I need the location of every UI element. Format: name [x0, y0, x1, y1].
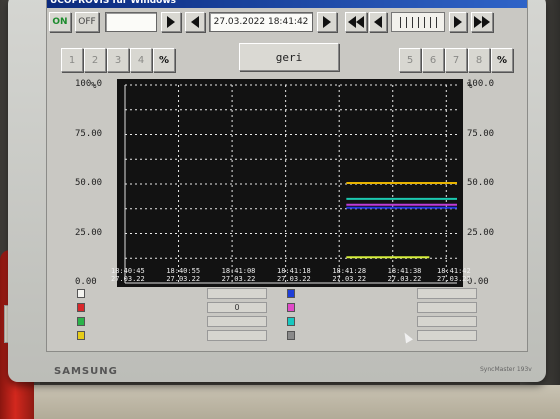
x-tick-time: 18:41:38	[387, 267, 422, 275]
percent-right-button[interactable]: %	[491, 48, 513, 72]
legend-swatch	[287, 289, 295, 298]
y-tick-left: 25.00	[75, 227, 103, 238]
channel-input[interactable]	[105, 12, 157, 32]
arrow-left-icon	[191, 16, 199, 28]
datetime-field[interactable]: 27.03.2022 18:41:42	[209, 12, 313, 32]
y-tick-left: 0.00	[75, 277, 97, 287]
x-tick-time: 18:41:42	[437, 267, 471, 275]
channel-4-button[interactable]: 4	[130, 48, 152, 72]
legend-row-left-4[interactable]	[77, 330, 275, 341]
x-tick: 18:40:45 27.03.22	[111, 267, 145, 283]
legend-value	[207, 316, 267, 327]
y-tick-left: 50.00	[75, 178, 103, 188]
legend-value	[417, 288, 477, 299]
photo-scene: SAMSUNG SyncMaster 193v UCOPROVIS für Wi…	[0, 0, 560, 419]
x-tick-time: 18:41:28	[332, 267, 367, 275]
x-tick-time: 18:40:55	[166, 267, 201, 275]
y-tick-right: 50.00	[467, 178, 495, 188]
legend-value	[207, 288, 267, 299]
next-button[interactable]	[161, 12, 181, 32]
x-tick-time: 18:40:45	[111, 267, 145, 275]
x-tick: 18:41:08 27.03.22	[222, 267, 256, 283]
x-tick-date: 27.03.22	[111, 275, 145, 283]
x-tick-time: 18:41:08	[221, 267, 256, 275]
step-back-button[interactable]	[369, 12, 387, 32]
time-forward-button[interactable]	[317, 12, 337, 32]
channel-5-button[interactable]: 5	[399, 48, 421, 72]
legend-value	[417, 302, 477, 313]
y-tick-right: 75.00	[467, 128, 495, 139]
y-tick-left: 75.00	[75, 128, 103, 139]
x-tick-date: 27.03.22	[437, 275, 471, 283]
channel-2-button[interactable]: 2	[84, 48, 106, 72]
legend-row-right-2[interactable]	[287, 302, 485, 313]
x-tick-time: 18:41:18	[277, 267, 311, 275]
toolbar: ON OFF 27.03.2022 18:41:42	[47, 12, 527, 38]
prev-button[interactable]	[185, 12, 205, 32]
window-title: UCOPROVIS für Windows	[47, 0, 527, 8]
arrow-right-icon	[323, 16, 331, 28]
y-tick-right: 25.00	[467, 227, 495, 238]
double-arrow-right-icon	[474, 16, 482, 28]
time-slider[interactable]	[391, 12, 445, 32]
legend-value	[417, 330, 477, 341]
percent-left-button[interactable]: %	[153, 48, 175, 72]
legend-row-left-1[interactable]	[77, 288, 275, 299]
step-forward-button[interactable]	[449, 12, 467, 32]
desk-surface	[0, 385, 560, 419]
channel-6-button[interactable]: 6	[422, 48, 444, 72]
x-tick: 18:41:28 27.03.22	[332, 267, 366, 283]
legend-value	[417, 316, 477, 327]
monitor-model: SyncMaster 193v	[480, 366, 532, 373]
x-tick-date: 27.03.22	[387, 275, 422, 283]
legend-row-left-2[interactable]: 0	[77, 302, 275, 313]
legend-value: 0	[207, 302, 267, 313]
x-tick-date: 27.03.22	[277, 275, 311, 283]
legend-swatch	[287, 331, 295, 340]
arrow-left-icon	[374, 16, 382, 28]
arrow-right-icon	[167, 16, 175, 28]
legend-swatch	[77, 317, 85, 326]
legend-swatch	[77, 289, 85, 298]
app-window: UCOPROVIS für Windows ON OFF 27.03.2022 …	[46, 0, 528, 352]
on-button[interactable]: ON	[49, 12, 71, 32]
legend-swatch	[77, 303, 85, 312]
trend-chart	[117, 79, 463, 287]
channel-8-button[interactable]: 8	[468, 48, 490, 72]
off-button[interactable]: OFF	[75, 12, 99, 32]
x-tick-date: 27.03.22	[221, 275, 256, 283]
legend-swatch	[77, 331, 85, 340]
y-tick-left: 100.0	[75, 79, 103, 89]
legend-row-right-1[interactable]	[287, 288, 485, 299]
fast-forward-button[interactable]	[471, 12, 493, 32]
y-tick-right: 100.0	[467, 79, 495, 89]
x-tick: 18:41:18 27.03.22	[277, 267, 311, 283]
legend-row-right-3[interactable]	[287, 316, 485, 327]
x-tick-date: 27.03.22	[332, 275, 367, 283]
legend-swatch	[287, 317, 295, 326]
monitor-bezel: SAMSUNG SyncMaster 193v UCOPROVIS für Wi…	[8, 0, 546, 382]
x-tick-date: 27.03.22	[166, 275, 201, 283]
monitor-brand: SAMSUNG	[54, 366, 118, 377]
x-tick: 18:41:38 27.03.22	[388, 267, 422, 283]
channel-1-button[interactable]: 1	[61, 48, 83, 72]
legend-swatch	[287, 303, 295, 312]
x-tick: 18:41:42 27.03.22	[437, 267, 471, 283]
channel-7-button[interactable]: 7	[445, 48, 467, 72]
x-tick: 18:40:55 27.03.22	[166, 267, 200, 283]
chart-plot-area	[124, 84, 457, 284]
legend-row-right-4[interactable]	[287, 330, 485, 341]
double-arrow-left-icon	[348, 16, 356, 28]
legend-value	[207, 330, 267, 341]
channel-3-button[interactable]: 3	[107, 48, 129, 72]
back-button[interactable]: geri	[239, 43, 339, 71]
fast-back-button[interactable]	[345, 12, 367, 32]
arrow-right-icon	[454, 16, 462, 28]
legend-row-left-3[interactable]	[77, 316, 275, 327]
